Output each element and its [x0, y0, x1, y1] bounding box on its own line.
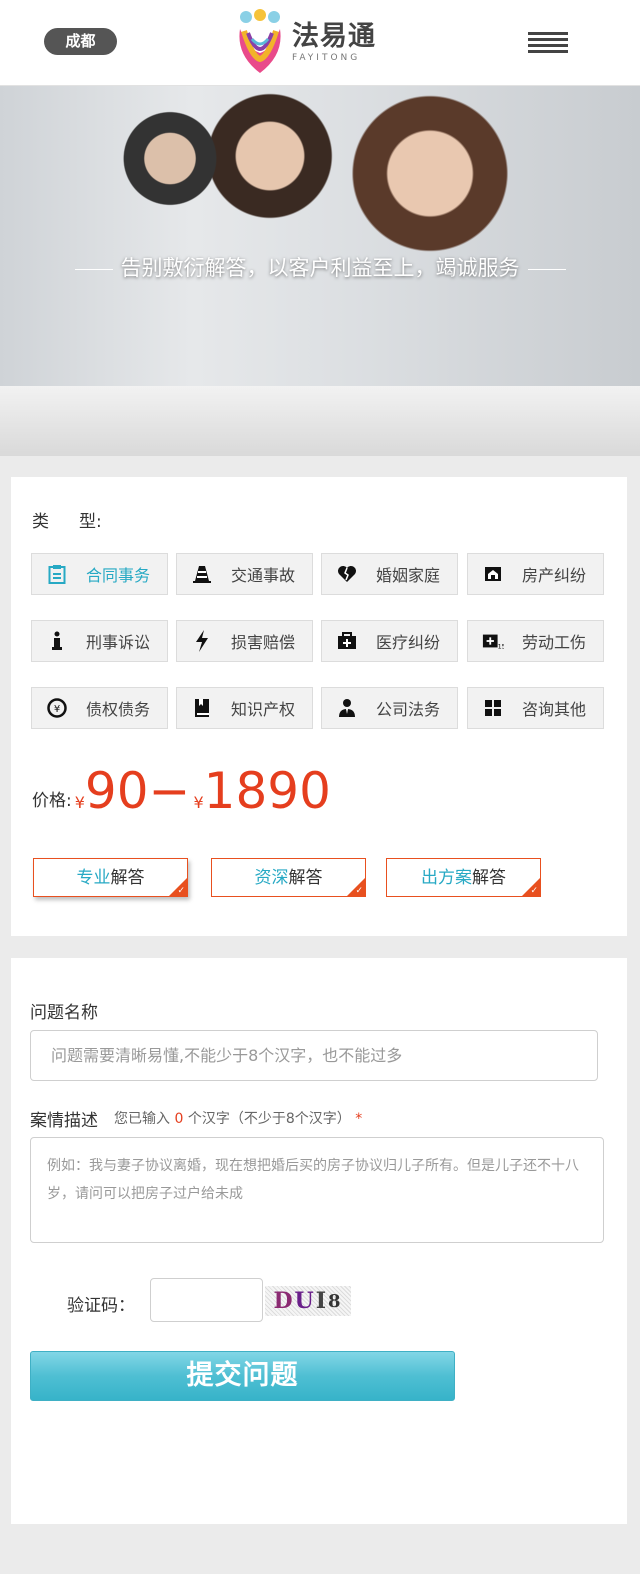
menu-hamburger-icon[interactable]	[528, 32, 570, 56]
yen-coin-icon: ¥	[46, 697, 68, 719]
captcha-label: 验证码：	[67, 1296, 135, 1316]
banner-photo-figure	[330, 86, 530, 336]
hero-banner: 告别敷衍解答，以客户利益至上，竭诚服务	[0, 86, 640, 456]
category-label: 债权债务	[86, 700, 151, 719]
question-title-input[interactable]: 问题需要清晰易懂,不能少于8个汉字，也不能过多	[30, 1030, 598, 1081]
svg-text:15: 15	[498, 642, 504, 650]
category-label: 合同事务	[86, 566, 151, 585]
category-labor[interactable]: 15 劳动工伤	[467, 620, 604, 662]
check-icon: ✓	[177, 886, 185, 896]
submit-question-button[interactable]: 提交问题	[30, 1351, 455, 1401]
case-description-textarea[interactable]: 例如：我与妻子协议离婚，现在想把婚后买的房子协议归儿子所有。但是儿子还不十八岁，…	[30, 1137, 604, 1243]
category-corporate[interactable]: 公司法务	[321, 687, 458, 729]
category-label: 婚姻家庭	[376, 566, 441, 585]
person-icon	[336, 697, 358, 719]
price-range: 价格: ¥ 90 − ¥ 1890	[32, 761, 331, 821]
question-title-label: 问题名称	[30, 1003, 98, 1023]
logo-mark-icon	[239, 9, 281, 73]
captcha-image[interactable]: DUI8	[265, 1286, 351, 1316]
category-label: 公司法务	[376, 700, 441, 719]
book-icon	[191, 697, 213, 719]
category-medical[interactable]: 医疗纠纷	[321, 620, 458, 662]
category-traffic[interactable]: 交通事故	[176, 553, 313, 595]
category-debt[interactable]: ¥ 债权债务	[31, 687, 168, 729]
banner-tagline: 告别敷衍解答，以客户利益至上，竭诚服务	[0, 252, 640, 282]
category-label: 损害赔偿	[231, 633, 296, 652]
category-other[interactable]: 咨询其他	[467, 687, 604, 729]
site-logo[interactable]: 法易通 FAYITONG	[232, 8, 376, 78]
category-label: 咨询其他	[522, 700, 587, 719]
price-low: 90	[84, 762, 149, 820]
category-label: 房产纠纷	[522, 566, 587, 585]
price-high: 1890	[203, 762, 331, 820]
house-icon	[482, 563, 504, 585]
currency-symbol: ¥	[74, 793, 85, 812]
injury-icon: 15	[482, 630, 504, 652]
medical-kit-icon	[336, 630, 358, 652]
svg-text:¥: ¥	[54, 704, 60, 715]
case-description-label: 案情描述	[30, 1111, 98, 1131]
category-damages[interactable]: 损害赔偿	[176, 620, 313, 662]
category-property[interactable]: 房产纠纷	[467, 553, 604, 595]
price-separator: −	[148, 762, 191, 820]
question-form: 问题名称 问题需要清晰易懂,不能少于8个汉字，也不能过多 案情描述 您已输入 0…	[11, 958, 627, 1524]
price-label: 价格:	[32, 791, 72, 811]
type-label: 类型:	[32, 512, 102, 532]
city-selector-button[interactable]: 成都	[44, 28, 117, 55]
check-icon: ✓	[355, 886, 363, 896]
category-marriage[interactable]: 婚姻家庭	[321, 553, 458, 595]
char-count-hint: 您已输入 0 个汉字（不少于8个汉字） *	[114, 1111, 363, 1127]
category-label: 知识产权	[231, 700, 296, 719]
check-icon: ✓	[530, 886, 538, 896]
consult-type-panel: 类型: 合同事务 交通事故 婚姻家庭 房产纠纷 刑事诉讼 损害赔偿 医疗纠纷 1…	[11, 477, 627, 936]
broken-heart-icon	[336, 563, 358, 585]
category-label: 刑事诉讼	[86, 633, 151, 652]
site-header: 成都 法易通 FAYITONG	[0, 0, 640, 86]
banner-photo-figure	[110, 106, 230, 256]
char-count: 0	[174, 1111, 184, 1127]
category-criminal[interactable]: 刑事诉讼	[31, 620, 168, 662]
logo-chinese: 法易通	[292, 21, 376, 52]
logo-english: FAYITONG	[292, 53, 361, 63]
traffic-cone-icon	[191, 563, 213, 585]
category-contract[interactable]: 合同事务	[31, 553, 168, 595]
category-label: 劳动工伤	[522, 633, 587, 652]
lightning-icon	[191, 630, 213, 652]
category-ip[interactable]: 知识产权	[176, 687, 313, 729]
answer-option-solution[interactable]: 出方案解答 ✓	[386, 858, 541, 897]
logo-text: 法易通 FAYITONG	[292, 22, 376, 64]
banner-photo-desk	[0, 386, 640, 456]
captcha-input[interactable]	[150, 1278, 263, 1322]
info-icon	[46, 630, 68, 652]
required-mark: *	[355, 1111, 363, 1127]
clipboard-icon	[46, 563, 68, 585]
category-label: 交通事故	[231, 566, 296, 585]
grid-icon	[482, 697, 504, 719]
answer-option-professional[interactable]: 专业解答 ✓	[33, 858, 188, 897]
currency-symbol: ¥	[193, 793, 204, 812]
category-label: 医疗纠纷	[376, 633, 441, 652]
answer-option-senior[interactable]: 资深解答 ✓	[211, 858, 366, 897]
